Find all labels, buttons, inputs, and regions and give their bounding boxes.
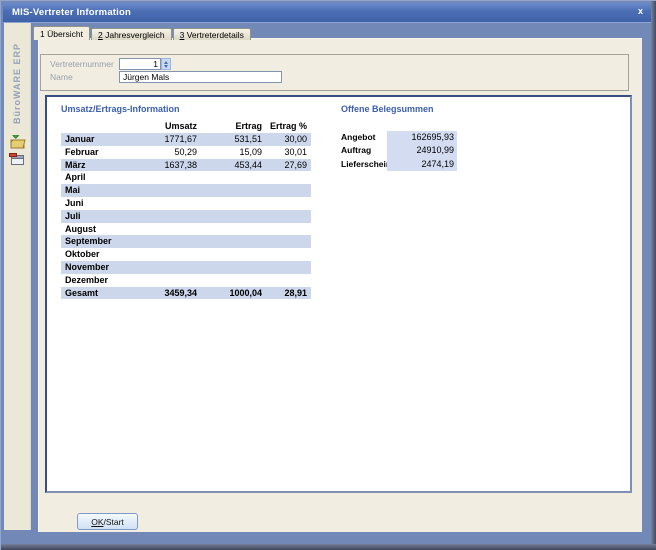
col-ertrag: Ertrag (197, 120, 262, 133)
angebot-label: Angebot (341, 131, 387, 144)
beleg-section-title: Offene Belegsummen (341, 104, 461, 114)
col-umsatz: Umsatz (131, 120, 197, 133)
lieferschein-value: 2474,19 (387, 158, 457, 171)
window-icon[interactable] (9, 152, 26, 166)
umsatz-section: Umsatz/Ertrags-Information Umsatz Ertrag… (61, 104, 311, 299)
dialog-panel: Vertreternummer Name Umsatz/Ertrags-Info… (38, 38, 642, 532)
name-row: Name (50, 71, 282, 83)
open-folder-icon[interactable] (9, 135, 26, 149)
app-brand-vertical: BüroWARE ERP (4, 33, 30, 133)
month-row: August (61, 223, 311, 236)
close-icon[interactable]: x (638, 6, 643, 16)
angebot-value: 162695,93 (387, 131, 457, 144)
tab-uebersicht[interactable]: 1 Übersicht (33, 26, 90, 40)
month-row: Mai (61, 184, 311, 197)
umsatz-table-header: Umsatz Ertrag Ertrag % (61, 120, 311, 133)
vertreternummer-label: Vertreternummer (50, 59, 119, 69)
sidebar: BüroWARE ERP (4, 23, 31, 530)
window-border-bottom (1, 544, 656, 550)
month-row: Februar50,2915,0930,01 (61, 146, 311, 159)
window-border-right (651, 1, 656, 550)
month-row: Dezember (61, 274, 311, 287)
beleg-rows: Angebot 162695,93 Auftrag 24910,99 Liefe… (341, 131, 461, 171)
total-row: Gesamt3459,341000,0428,91 (61, 287, 311, 300)
beleg-row-angebot: Angebot 162695,93 (341, 131, 461, 144)
window-title: MIS-Vertreter Information (3, 7, 131, 18)
auftrag-value: 24910,99 (387, 144, 457, 157)
month-row: November (61, 261, 311, 274)
vertreter-form: Vertreternummer Name (40, 54, 629, 91)
report-panel: Umsatz/Ertrags-Information Umsatz Ertrag… (45, 95, 632, 493)
spinner-up-icon[interactable] (164, 61, 168, 64)
titlebar[interactable]: MIS-Vertreter Information x (3, 3, 651, 23)
sidebar-toolbar (4, 135, 30, 166)
beleg-row-lieferschein: Lieferschein 2474,19 (341, 158, 461, 171)
umsatz-section-title: Umsatz/Ertrags-Information (61, 104, 311, 114)
spinner-down-icon[interactable] (164, 65, 168, 68)
month-row: September (61, 235, 311, 248)
beleg-section: Offene Belegsummen Angebot 162695,93 Auf… (341, 104, 461, 171)
col-ertrag-pct: Ertrag % (262, 120, 307, 133)
beleg-row-auftrag: Auftrag 24910,99 (341, 144, 461, 157)
month-row: Oktober (61, 248, 311, 261)
mis-vertreter-window: MIS-Vertreter Information x BüroWARE ERP (0, 0, 656, 550)
month-row: April (61, 171, 311, 184)
spinner-control[interactable] (161, 58, 171, 70)
vertreternummer-row: Vertreternummer (50, 58, 171, 70)
lieferschein-label: Lieferschein (341, 158, 387, 171)
month-row: März1637,38453,4427,69 (61, 159, 311, 172)
tab-vertreterdetails[interactable]: 3 Vertreterdetails (173, 28, 251, 40)
month-row: Januar1771,67531,5130,00 (61, 133, 311, 146)
name-input[interactable] (119, 71, 282, 83)
auftrag-label: Auftrag (341, 144, 387, 157)
month-row: Juli (61, 210, 311, 223)
name-label: Name (50, 72, 119, 82)
tab-jahresvergleich[interactable]: 2 Jahresvergleich (91, 28, 172, 40)
ok-start-button[interactable]: OK/Start (77, 513, 138, 530)
umsatz-rows: Januar1771,67531,5130,00Februar50,2915,0… (61, 133, 311, 299)
vertreternummer-input[interactable] (119, 58, 161, 70)
tab-bar: 1 Übersicht 2 Jahresvergleich 3 Vertrete… (33, 26, 252, 40)
month-row: Juni (61, 197, 311, 210)
